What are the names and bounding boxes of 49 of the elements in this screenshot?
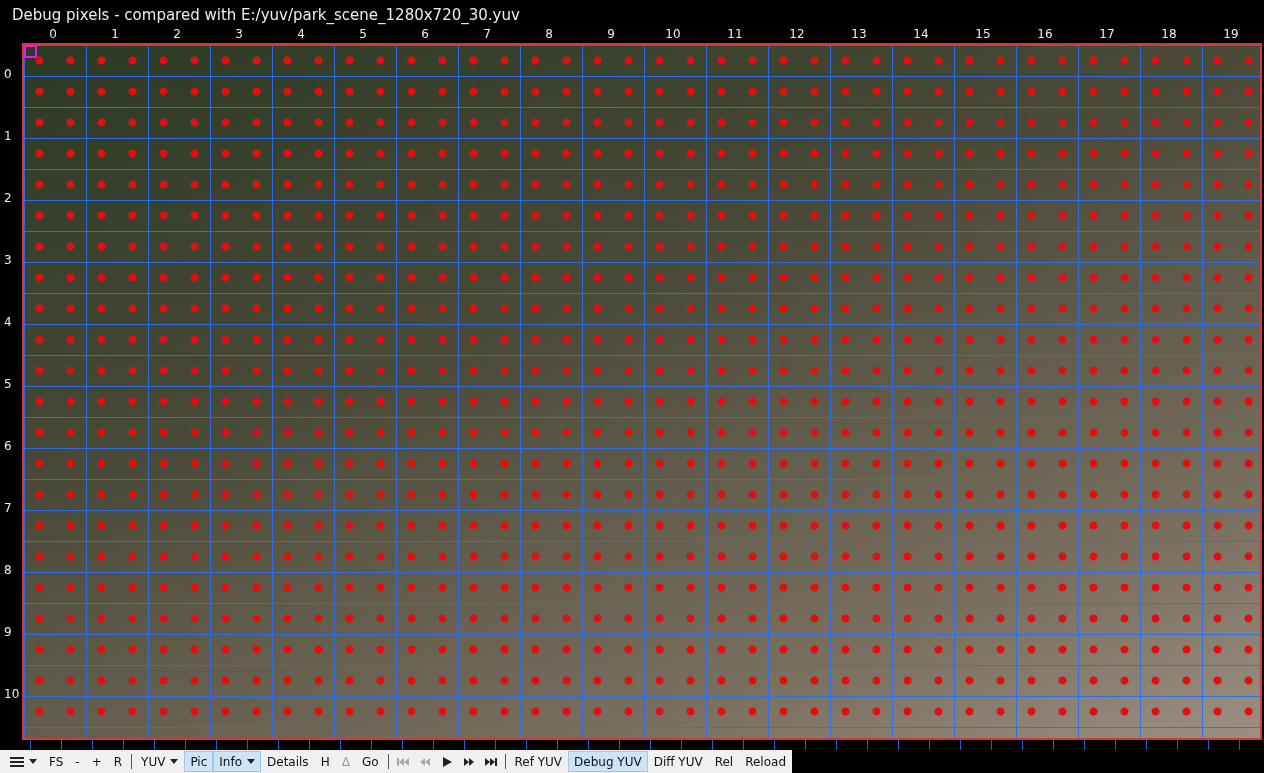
toolbar-button[interactable]: Debug YUV (568, 751, 648, 772)
row-label: 3 (3, 252, 13, 269)
dropdown-button[interactable]: Info (213, 751, 261, 772)
column-label: 12 (788, 27, 806, 43)
row-label: 2 (3, 190, 13, 207)
column-label: 0 (48, 27, 58, 43)
toolbar-button[interactable]: Diff YUV (647, 751, 709, 772)
column-label: 5 (358, 27, 368, 43)
column-label: 10 (664, 27, 682, 43)
column-label: 9 (606, 27, 616, 43)
toolbar-button[interactable]: R (107, 751, 129, 772)
column-label: 2 (172, 27, 182, 43)
menu-icon (10, 755, 24, 768)
row-label: 0 (3, 66, 13, 83)
toolbar-button[interactable]: Rel (708, 751, 740, 772)
column-label: 11 (726, 27, 744, 43)
column-label: 8 (544, 27, 554, 43)
column-label: 6 (420, 27, 430, 43)
column-label: 18 (1160, 27, 1178, 43)
column-label: 4 (296, 27, 306, 43)
toolbar-button[interactable]: - (69, 751, 86, 772)
row-label: 1 (3, 128, 13, 145)
row-label: 8 (3, 562, 13, 579)
column-label: 15 (974, 27, 992, 43)
window-title: Debug pixels - compared with E:/yuv/park_scene_1280x720_30.yuv (11, 5, 521, 26)
column-label: 13 (850, 27, 868, 43)
toolbar-button[interactable]: Ref YUV (508, 751, 569, 772)
column-label: 1 (110, 27, 120, 43)
toolbar-button[interactable]: H (314, 751, 336, 772)
column-label: 16 (1036, 27, 1054, 43)
dropdown-button[interactable]: YUV (135, 751, 185, 772)
toolbar-button[interactable]: Details (261, 751, 315, 772)
toolbar-button[interactable]: + (85, 751, 108, 772)
row-label: 9 (3, 624, 13, 641)
column-label: 3 (234, 27, 244, 43)
row-label: 10 (3, 686, 21, 703)
column-label: 14 (912, 27, 930, 43)
row-label: 7 (3, 500, 13, 517)
column-label: 7 (482, 27, 492, 43)
row-label: 5 (3, 376, 13, 393)
toolbar-button[interactable]: FS (43, 751, 70, 772)
toolbar-button[interactable]: Pic (184, 751, 214, 772)
cursor-marker-icon (24, 45, 37, 58)
toolbar-button[interactable]: Go (355, 751, 385, 772)
column-label: 19 (1222, 27, 1240, 43)
column-label: 17 (1098, 27, 1116, 43)
row-label: 6 (3, 438, 13, 455)
toolbar-button[interactable]: Reload (739, 751, 792, 772)
row-label: 4 (3, 314, 13, 331)
